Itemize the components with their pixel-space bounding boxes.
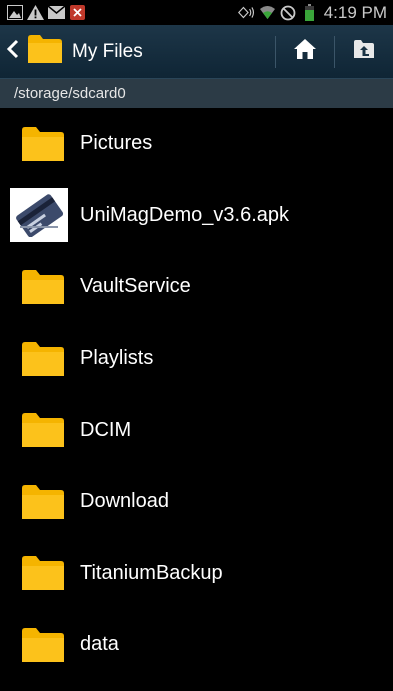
folder-icon [22, 627, 64, 662]
list-item[interactable]: DCIM [0, 394, 393, 466]
status-left [6, 4, 86, 21]
folder-icon [22, 269, 64, 304]
up-folder-button[interactable] [335, 25, 393, 78]
gallery-icon [6, 4, 23, 21]
clock: 4:19 PM [323, 2, 387, 22]
wifi-icon [259, 4, 276, 21]
file-name: Playlists [80, 347, 154, 370]
folder-icon [22, 484, 64, 519]
status-bar: 4:19 PM [0, 0, 393, 25]
file-name: DCIM [80, 418, 132, 441]
list-item[interactable]: Pictures [0, 108, 393, 180]
list-item[interactable]: data [0, 609, 393, 681]
no-signal-icon [280, 4, 297, 21]
apk-thumbnail [10, 188, 68, 243]
credit-card-app-icon [10, 188, 68, 243]
home-button[interactable] [276, 25, 334, 78]
file-list: Pictures UniMagDemo_v3.6.apk VaultServic… [0, 108, 393, 681]
file-name: TitaniumBackup [80, 561, 223, 584]
page-title: My Files [72, 40, 143, 62]
folder-icon [22, 413, 64, 448]
back-chevron-icon [6, 39, 20, 64]
folder-icon [22, 556, 64, 591]
list-item[interactable]: TitaniumBackup [0, 538, 393, 610]
file-name: UniMagDemo_v3.6.apk [80, 203, 289, 226]
mail-icon [48, 4, 65, 21]
close-notification-icon [69, 4, 86, 21]
file-name: data [80, 633, 119, 656]
screen: 4:19 PM My Files /storage/sdcard0 Pictur… [0, 0, 393, 691]
file-name: Pictures [80, 132, 153, 155]
file-name: VaultService [80, 275, 191, 298]
up-folder-icon [354, 40, 374, 63]
folder-icon [22, 341, 64, 376]
current-path: /storage/sdcard0 [0, 79, 393, 108]
folder-icon [22, 126, 64, 161]
list-item[interactable]: UniMagDemo_v3.6.apk [0, 180, 393, 252]
list-item[interactable]: Playlists [0, 323, 393, 395]
file-name: Download [80, 490, 169, 513]
list-item[interactable]: Download [0, 466, 393, 538]
up-navigation-button[interactable]: My Files [0, 25, 151, 78]
home-icon [294, 39, 316, 64]
list-item[interactable]: VaultService [0, 251, 393, 323]
action-bar: My Files [0, 25, 393, 79]
status-right: 4:19 PM [237, 2, 387, 23]
warning-icon [27, 4, 44, 21]
nfc-icon [237, 4, 255, 21]
folder-icon [20, 35, 62, 68]
battery-icon [301, 4, 318, 21]
